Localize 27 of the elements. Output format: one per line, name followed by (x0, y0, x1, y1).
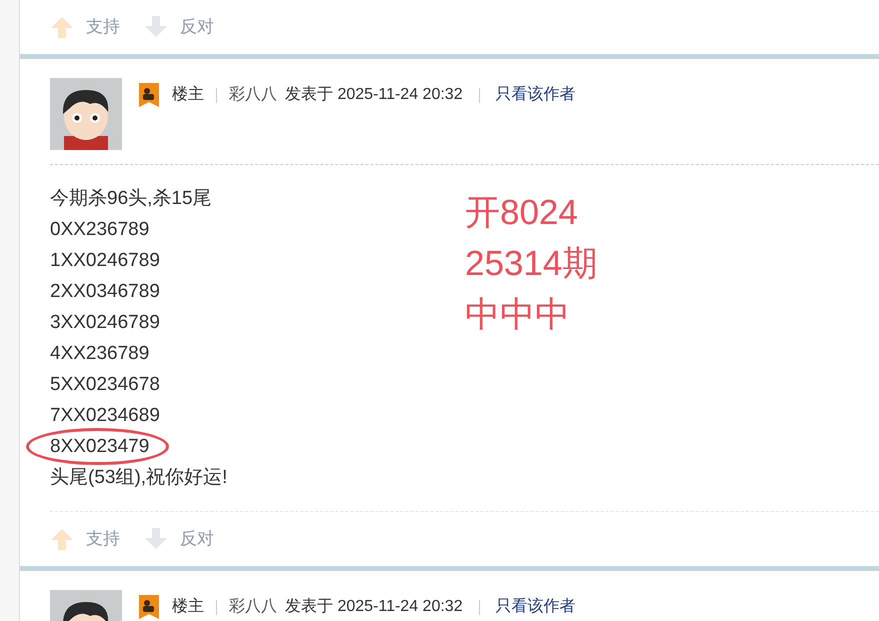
up-arrow-icon (50, 15, 74, 39)
annotation-text: 25314期 (465, 243, 598, 285)
only-author-link[interactable]: 只看该作者 (496, 595, 576, 619)
only-author-link[interactable]: 只看该作者 (496, 83, 576, 107)
owner-badge-icon (138, 594, 160, 620)
annotation-text: 中中中 (465, 294, 571, 336)
post-text-line: 0XX236789 (50, 218, 150, 242)
post-time: 发表于 2025-11-24 20:32 (285, 596, 463, 617)
avatar-cartoon-icon (50, 78, 122, 150)
author-link[interactable]: 彩八八 (229, 595, 277, 619)
post-text-line: 3XX0246789 (50, 311, 160, 335)
post-time: 发表于 2025-11-24 20:32 (285, 84, 463, 105)
floor-owner-label: 楼主 (172, 596, 204, 617)
post-text-line: 今期杀96头,杀15尾 (50, 187, 212, 211)
post-text-line: 5XX0234678 (50, 373, 160, 397)
author-link[interactable]: 彩八八 (229, 83, 277, 107)
up-arrow-icon (50, 527, 74, 551)
down-arrow-icon (144, 15, 168, 39)
post-text-line: 4XX236789 (50, 342, 150, 366)
owner-badge-icon (138, 82, 160, 108)
post-text-line: 7XX0234689 (50, 404, 160, 428)
floor-owner-label: 楼主 (172, 84, 204, 105)
post-text-line: 头尾(53组),祝你好运! (50, 466, 228, 490)
annotation-text: 开8024 (465, 192, 579, 234)
post-text-line: 1XX0246789 (50, 249, 160, 273)
post-text-line: 2XX0346789 (50, 280, 160, 304)
down-arrow-icon (144, 527, 168, 551)
